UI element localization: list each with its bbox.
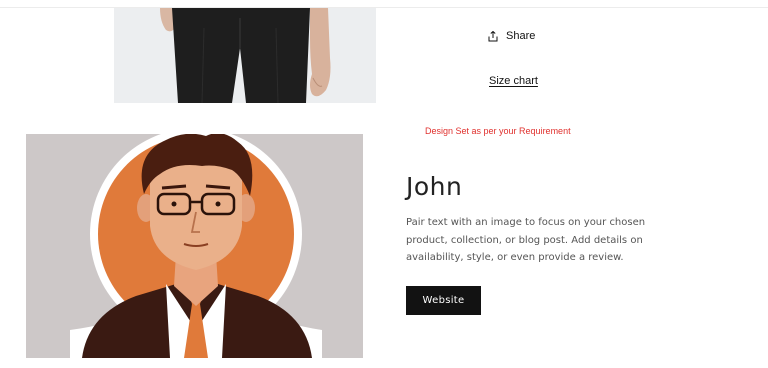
design-note-text: Design Set as per your Requirement <box>425 126 571 136</box>
website-button[interactable]: Website <box>406 286 481 315</box>
businessman-avatar-illustration <box>26 134 363 358</box>
avatar-image <box>26 134 363 358</box>
share-label: Share <box>506 30 536 42</box>
trousers-photo <box>114 8 376 103</box>
share-upload-icon <box>488 30 498 41</box>
feature-title: John <box>406 172 463 201</box>
share-button[interactable]: Share <box>488 30 535 42</box>
size-chart-link[interactable]: Size chart <box>489 75 538 87</box>
feature-description: Pair text with an image to focus on your… <box>406 217 646 263</box>
product-image <box>114 8 376 103</box>
